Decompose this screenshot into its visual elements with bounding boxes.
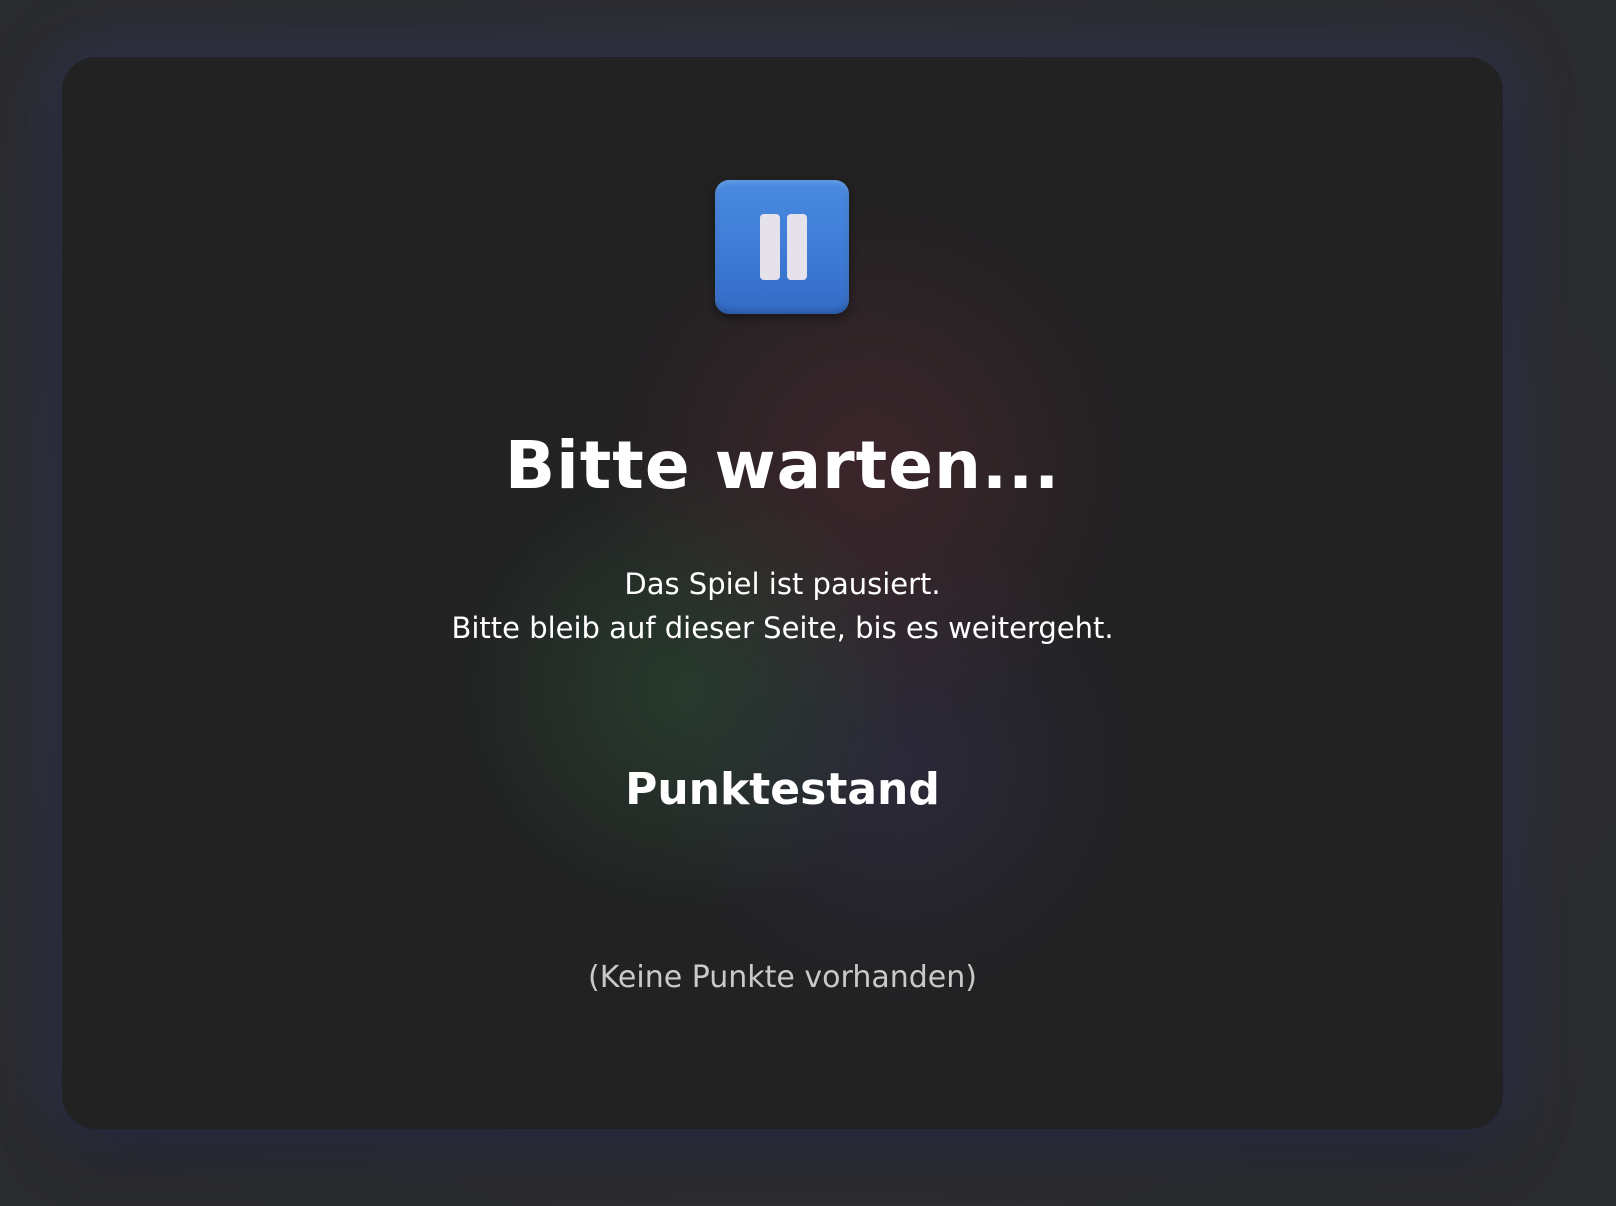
page-title: Bitte warten... [504, 427, 1061, 504]
pause-message: Das Spiel ist pausiert. Bitte bleib auf … [62, 562, 1503, 650]
scoreboard-empty-text: (Keine Punkte vorhanden) [588, 960, 977, 995]
pause-message-line-1: Das Spiel ist pausiert. [624, 567, 941, 601]
pause-card: Bitte warten... Das Spiel ist pausiert. … [62, 57, 1503, 1129]
pause-message-line-2: Bitte bleib auf dieser Seite, bis es wei… [451, 611, 1114, 645]
scoreboard-heading: Punktestand [625, 764, 940, 815]
pause-button[interactable] [715, 180, 849, 314]
pause-icon-bar-left [760, 214, 780, 280]
pause-icon-bar-right [787, 214, 807, 280]
